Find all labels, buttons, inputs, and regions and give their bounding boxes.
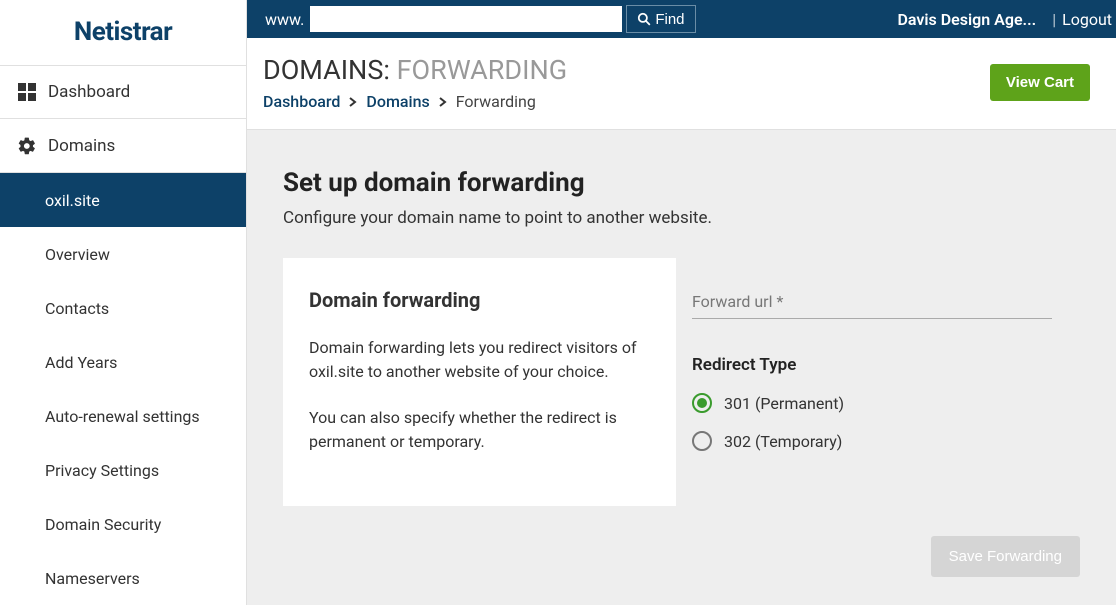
www-prefix: www.: [265, 10, 304, 29]
subnav-add-years-label: Add Years: [45, 353, 117, 372]
find-button-label: Find: [655, 11, 684, 28]
page-title-prefix: DOMAINS:: [263, 54, 390, 86]
breadcrumb-current: Forwarding: [456, 92, 536, 111]
subnav-auto-renewal-label: Auto-renewal settings: [45, 407, 200, 426]
domain-search-input[interactable]: [310, 6, 622, 32]
forwarding-panel: Domain forwarding Domain forwarding lets…: [283, 258, 1080, 506]
subnav-overview-label: Overview: [45, 245, 110, 264]
subnav-current-domain[interactable]: oxil.site: [0, 173, 246, 227]
page-title: DOMAINS: FORWARDING: [263, 54, 567, 86]
subnav-current-domain-label: oxil.site: [45, 191, 100, 210]
subnav-nameservers-label: Nameservers: [45, 569, 140, 588]
subnav-privacy[interactable]: Privacy Settings: [0, 443, 246, 497]
radio-302-label: 302 (Temporary): [724, 432, 842, 451]
main-area: www. Find Davis Design Age... | Logout D…: [247, 0, 1116, 605]
radio-icon: [692, 431, 712, 451]
nav-dashboard[interactable]: Dashboard: [0, 66, 246, 120]
radio-301-label: 301 (Permanent): [724, 394, 844, 413]
chevron-right-icon: [438, 97, 448, 107]
content-heading: Set up domain forwarding: [283, 168, 1080, 198]
search-icon: [637, 12, 651, 26]
find-button[interactable]: Find: [626, 5, 695, 33]
page-title-suffix: FORWARDING: [397, 54, 568, 86]
view-cart-button[interactable]: View Cart: [990, 64, 1090, 101]
breadcrumb: Dashboard Domains Forwarding: [263, 92, 567, 111]
brand-name: Netistrar: [74, 17, 172, 47]
nav-domains-label: Domains: [48, 136, 115, 156]
logout-link[interactable]: Logout: [1062, 10, 1112, 29]
content-area: Set up domain forwarding Configure your …: [247, 130, 1116, 605]
subnav-add-years[interactable]: Add Years: [0, 335, 246, 389]
subnav-security[interactable]: Domain Security: [0, 497, 246, 551]
forwarding-info-panel: Domain forwarding Domain forwarding lets…: [283, 258, 676, 506]
subnav-overview[interactable]: Overview: [0, 227, 246, 281]
nav-domains[interactable]: Domains: [0, 119, 246, 173]
subnav-privacy-label: Privacy Settings: [45, 461, 159, 480]
forwarding-info-title: Domain forwarding: [309, 288, 650, 312]
radio-icon: [692, 393, 712, 413]
nav-dashboard-label: Dashboard: [48, 82, 130, 102]
save-forwarding-button[interactable]: Save Forwarding: [931, 536, 1080, 577]
redirect-type-label: Redirect Type: [692, 355, 1064, 375]
breadcrumb-dashboard[interactable]: Dashboard: [263, 92, 340, 111]
radio-301-permanent[interactable]: 301 (Permanent): [692, 393, 1064, 413]
user-display[interactable]: Davis Design Age...: [897, 10, 1036, 29]
forwarding-info-para1: Domain forwarding lets you redirect visi…: [309, 336, 650, 384]
forward-url-input[interactable]: [692, 288, 1052, 319]
topbar: www. Find Davis Design Age... | Logout: [247, 0, 1116, 38]
dashboard-icon: [16, 81, 38, 103]
radio-302-temporary[interactable]: 302 (Temporary): [692, 431, 1064, 451]
save-row: Save Forwarding: [283, 536, 1080, 577]
breadcrumb-domains[interactable]: Domains: [366, 92, 429, 111]
subnav-contacts[interactable]: Contacts: [0, 281, 246, 335]
content-subheading: Configure your domain name to point to a…: [283, 208, 1080, 228]
subnav-security-label: Domain Security: [45, 515, 161, 534]
brand-logo[interactable]: Netistrar: [0, 0, 246, 66]
sidebar: Netistrar Dashboard Domains oxil.site Ov…: [0, 0, 247, 605]
forwarding-form-panel: Forward url * Redirect Type 301 (Permane…: [676, 258, 1080, 506]
page-header: DOMAINS: FORWARDING Dashboard Domains Fo…: [247, 38, 1116, 130]
forwarding-info-para2: You can also specify whether the redirec…: [309, 406, 650, 454]
forward-url-field: Forward url *: [692, 288, 1052, 319]
subnav-nameservers[interactable]: Nameservers: [0, 551, 246, 605]
chevron-right-icon: [348, 97, 358, 107]
subnav-auto-renewal[interactable]: Auto-renewal settings: [0, 389, 246, 443]
topbar-separator: |: [1052, 10, 1056, 29]
subnav-contacts-label: Contacts: [45, 299, 109, 318]
gear-icon: [16, 135, 38, 157]
domains-subnav: oxil.site Overview Contacts Add Years Au…: [0, 173, 246, 605]
